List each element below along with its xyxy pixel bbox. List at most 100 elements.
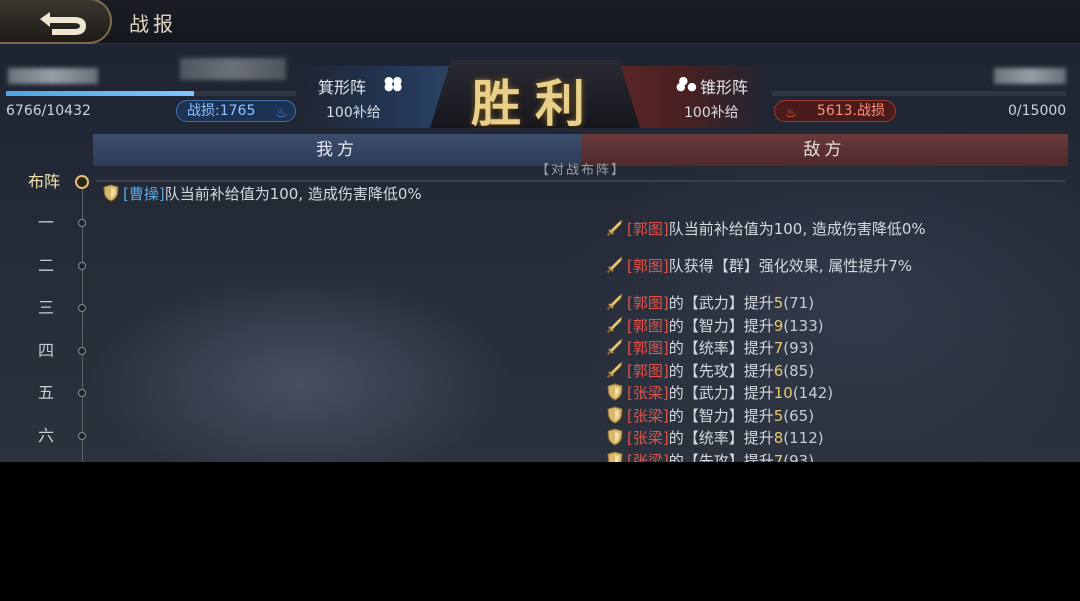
own-loss-badge: 战损:1765 ♨ <box>176 100 296 122</box>
stat-total: (65) <box>783 407 815 425</box>
round-dot <box>78 219 86 227</box>
own-formation-icon: ●● ●● <box>384 74 402 93</box>
log-text: 队获得【群】强化效果, 属性提升7% <box>668 257 913 275</box>
shield-icon <box>606 451 624 462</box>
round-label: 布阵 <box>27 172 60 191</box>
general-name[interactable]: [郭图] <box>627 220 669 238</box>
back-button[interactable] <box>0 0 112 44</box>
enemy-formation-icon: ● ● ● <box>676 74 697 93</box>
sword-icon <box>606 293 624 311</box>
enemy-supply: 100补给 <box>684 105 739 121</box>
log-text: 队当前补给值为100, 造成伤害降低0% <box>164 185 422 203</box>
general-name[interactable]: [郭图] <box>627 317 669 335</box>
enemy-troops: 0/15000 <box>1008 103 1067 119</box>
log-text: 的【统率】提升 <box>668 339 774 357</box>
enemy-loss-badge: ♨ 5613.战损 <box>774 100 896 122</box>
log-entry: [张梁]的【先攻】提升7(93) <box>606 451 814 462</box>
shield-icon <box>606 406 624 424</box>
round-item[interactable]: 布阵 <box>0 168 96 196</box>
general-name[interactable]: [郭图] <box>627 362 669 380</box>
enemy-loss-label: 5613.战损 <box>816 103 885 119</box>
log-section-title: 【对战布阵】 <box>536 163 627 178</box>
own-troop-bar-fill <box>6 91 195 96</box>
own-avatar-name-blurred <box>180 58 286 80</box>
shield-icon <box>102 184 120 202</box>
log-text: 的【武力】提升 <box>668 294 774 312</box>
round-dot <box>78 389 86 397</box>
sword-icon <box>606 338 624 356</box>
stat-increase: 9 <box>773 317 784 335</box>
log-entry: [郭图]队当前补给值为100, 造成伤害降低0% <box>606 219 926 239</box>
stat-total: (71) <box>783 294 815 312</box>
round-item[interactable]: 五 <box>0 379 96 407</box>
enemy-commander-name-blurred <box>994 68 1066 84</box>
stat-increase: 6 <box>773 362 784 380</box>
sword-icon <box>606 316 624 334</box>
round-item[interactable]: 六 <box>0 422 96 450</box>
result-plate: 胜利 箕形阵 ●● ●● 100补给 ● ● ● 锥形阵 100补给 <box>300 60 770 133</box>
general-name[interactable]: [郭图] <box>627 257 669 275</box>
log-entry: [郭图]的【智力】提升9(133) <box>606 316 824 336</box>
own-supply: 100补给 <box>326 105 381 121</box>
log-text: 的【智力】提升 <box>668 407 774 425</box>
log-entry: [郭图]的【先攻】提升6(85) <box>606 361 814 381</box>
general-name[interactable]: [张梁] <box>627 384 669 402</box>
round-label: 四 <box>37 341 54 360</box>
shield-icon <box>606 428 624 446</box>
red-flame-icon: ♨ <box>785 106 797 121</box>
log-text: 的【先攻】提升 <box>668 452 774 462</box>
log-entry: [郭图]的【统率】提升7(93) <box>606 338 814 358</box>
own-troops: 6766/10432 <box>6 103 91 119</box>
log-divider <box>96 180 1066 182</box>
round-dot <box>75 175 89 189</box>
sword-icon <box>606 256 624 274</box>
own-troop-bar <box>6 91 296 96</box>
own-formation-name: 箕形阵 <box>318 78 367 97</box>
round-label: 二 <box>37 256 54 275</box>
round-item[interactable]: 二 <box>0 252 96 280</box>
sword-icon <box>606 361 624 379</box>
log-text: 的【统率】提升 <box>668 429 774 447</box>
round-item[interactable]: 四 <box>0 337 96 365</box>
round-item[interactable]: 一 <box>0 209 96 237</box>
general-name[interactable]: [张梁] <box>627 407 669 425</box>
log-entry: [张梁]的【智力】提升5(65) <box>606 406 814 426</box>
general-name[interactable]: [郭图] <box>627 339 669 357</box>
stat-total: (93) <box>783 339 815 357</box>
tab-own-side[interactable]: 我方 <box>93 134 581 166</box>
enemy-troop-bar <box>772 91 1066 96</box>
letterbox <box>0 462 1080 601</box>
round-dot <box>78 304 86 312</box>
round-timeline: 布阵一二三四五六 <box>0 166 100 462</box>
blue-flame-icon: ♨ <box>275 106 287 121</box>
log-text: 的【智力】提升 <box>668 317 774 335</box>
round-label: 五 <box>37 383 54 402</box>
log-entry: [曹操]队当前补给值为100, 造成伤害降低0% <box>102 184 422 204</box>
round-dot <box>78 347 86 355</box>
page-title: 战报 <box>129 12 177 36</box>
stat-total: (142) <box>792 384 834 402</box>
round-label: 三 <box>37 298 54 317</box>
top-bar: 战报 <box>0 0 1080 44</box>
general-name[interactable]: [张梁] <box>627 452 669 462</box>
back-arrow-icon <box>40 12 86 35</box>
battle-log: 【对战布阵】 [曹操]队当前补给值为100, 造成伤害降低0% [郭图]队当前补给… <box>96 163 1066 462</box>
stat-increase: 7 <box>773 339 784 357</box>
general-name[interactable]: [郭图] <box>627 294 669 312</box>
shield-icon <box>606 383 624 401</box>
sword-icon <box>606 219 624 237</box>
round-dot <box>78 262 86 270</box>
enemy-formation-name: 锥形阵 <box>700 78 749 97</box>
own-loss-label: 战损:1765 <box>187 103 256 119</box>
own-commander-name-blurred <box>8 68 98 84</box>
general-name[interactable]: [张梁] <box>627 429 669 447</box>
log-entry: [郭图]的【武力】提升5(71) <box>606 293 814 313</box>
stat-increase: 8 <box>773 429 784 447</box>
stat-increase: 5 <box>773 407 784 425</box>
log-entry: [郭图]队获得【群】强化效果, 属性提升7% <box>606 256 912 276</box>
log-entry: [张梁]的【武力】提升10(142) <box>606 383 833 403</box>
round-item[interactable]: 三 <box>0 294 96 322</box>
stat-total: (93) <box>783 452 815 462</box>
tab-enemy-side[interactable]: 敌方 <box>581 134 1068 166</box>
general-name[interactable]: [曹操] <box>123 185 165 203</box>
